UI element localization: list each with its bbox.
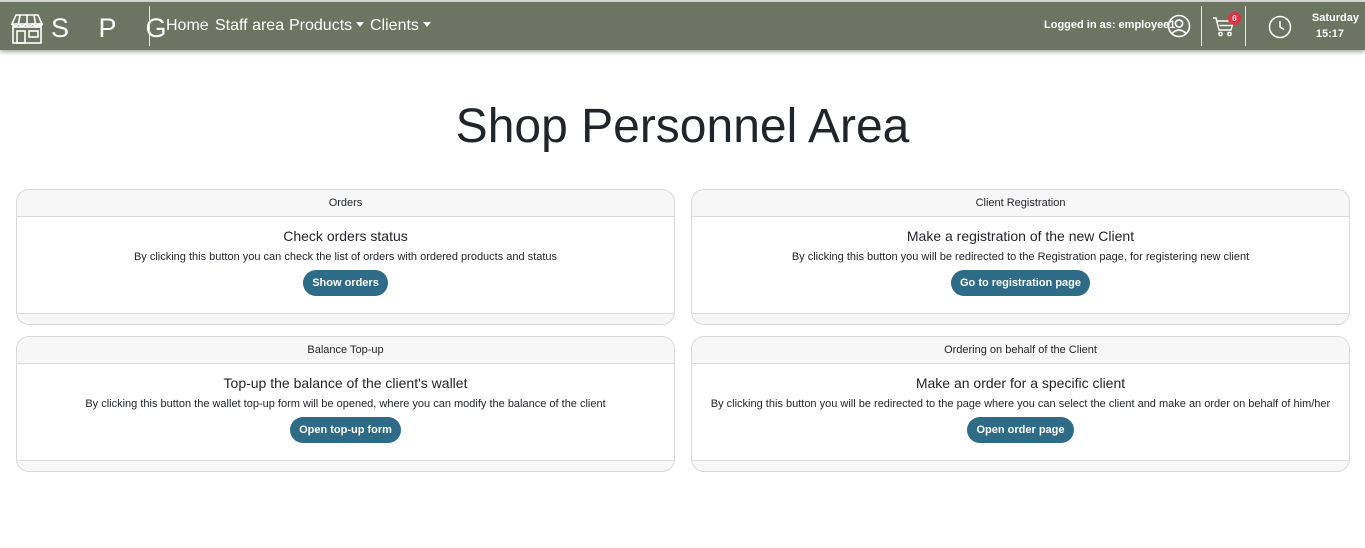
open-order-page-button[interactable]: Open order page	[967, 417, 1074, 443]
client-registration-card: Client Registration Make a registration …	[691, 189, 1350, 325]
brand[interactable]: S P G	[10, 12, 167, 44]
card-header: Ordering on behalf of the Client	[692, 337, 1349, 364]
cart-divider	[1245, 6, 1246, 46]
nav-clients-label: Clients	[370, 17, 419, 34]
card-text: By clicking this button you will be redi…	[710, 398, 1331, 410]
card-footer	[17, 460, 674, 471]
nav-dropdown-products[interactable]: Products	[289, 17, 365, 35]
date-day: Saturday	[1311, 12, 1359, 24]
open-topup-form-button[interactable]: Open top-up form	[290, 417, 401, 443]
card-footer	[17, 313, 674, 324]
shop-logo-icon	[10, 14, 44, 44]
card-header: Client Registration	[692, 190, 1349, 217]
user-circle-icon[interactable]	[1167, 14, 1191, 38]
nav-link-staff-area[interactable]: Staff area	[215, 17, 284, 35]
logged-in-label: Logged in as: employee1	[1044, 19, 1176, 31]
ordering-on-behalf-card: Ordering on behalf of the Client Make an…	[691, 336, 1350, 472]
card-title: Make a registration of the new Client	[906, 228, 1135, 244]
caret-down-icon	[356, 22, 365, 27]
card-text: By clicking this button you can check th…	[133, 251, 558, 263]
clock-icon	[1268, 15, 1292, 39]
go-to-registration-button[interactable]: Go to registration page	[950, 270, 1090, 296]
date-time: 15:17	[1315, 28, 1344, 40]
caret-down-icon	[422, 22, 431, 27]
cart-count-badge: 0	[1228, 12, 1241, 25]
card-title: Check orders status	[283, 228, 408, 244]
brand-name: S P G	[51, 13, 178, 43]
card-footer	[692, 460, 1349, 471]
card-text: By clicking this button the wallet top-u…	[85, 398, 606, 410]
navbar: S P G Home Staff area Products Clients L…	[0, 2, 1365, 50]
card-header: Orders	[17, 190, 674, 217]
balance-topup-card: Balance Top-up Top-up the balance of the…	[16, 336, 675, 472]
nav-dropdown-clients[interactable]: Clients	[370, 17, 431, 35]
brand-divider	[149, 6, 150, 46]
card-title: Make an order for a specific client	[915, 375, 1126, 391]
page-title: Shop Personnel Area	[455, 100, 910, 153]
show-orders-button[interactable]: Show orders	[303, 270, 388, 296]
nav-link-home[interactable]: Home	[166, 17, 209, 35]
nav-products-label: Products	[289, 17, 353, 34]
orders-card: Orders Check orders status By clicking t…	[16, 189, 675, 325]
card-footer	[692, 313, 1349, 324]
user-divider	[1201, 6, 1202, 46]
card-title: Top-up the balance of the client's walle…	[223, 375, 468, 391]
card-header: Balance Top-up	[17, 337, 674, 364]
card-text: By clicking this button you will be redi…	[791, 251, 1250, 263]
